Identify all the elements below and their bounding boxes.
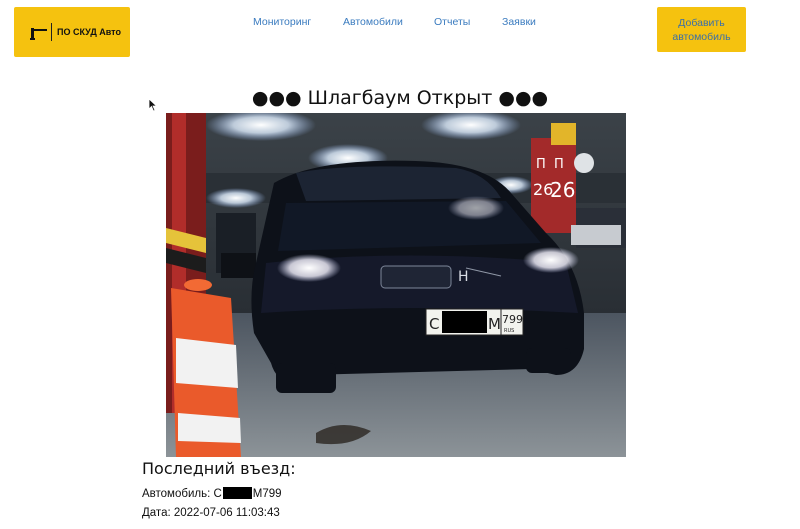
- car-plate-prefix: C: [213, 488, 222, 500]
- add-car-button-line2: автомобиль: [672, 30, 731, 43]
- add-car-button-line1: Добавить: [678, 16, 725, 29]
- last-entry-title: Последний въезд:: [142, 459, 296, 478]
- plate-redaction-bar: [222, 487, 252, 499]
- nav-requests[interactable]: Заявки: [502, 16, 536, 28]
- plate-redaction: [442, 311, 487, 333]
- plate-suffix: M: [488, 315, 501, 333]
- nav-reports[interactable]: Отчеты: [434, 16, 470, 28]
- last-entry-car: Автомобиль: C M799: [142, 487, 282, 500]
- plate-country: RUS: [504, 328, 514, 334]
- svg-text:H: H: [458, 269, 469, 285]
- plate-region: 799: [502, 313, 523, 326]
- car-label: Автомобиль:: [142, 488, 214, 500]
- last-entry-date: Дата: 2022-07-06 11:03:43: [142, 507, 280, 519]
- logo[interactable]: ПО СКУД Авто: [14, 7, 130, 57]
- barrier-status: ●●● Шлагбаум Открыт ●●●: [251, 87, 549, 109]
- camera-snapshot: П П 26 26 H C M 799 RUS: [166, 113, 626, 457]
- svg-text:26: 26: [550, 178, 575, 202]
- nav-cars[interactable]: Автомобили: [343, 16, 403, 28]
- svg-text:П: П: [554, 157, 564, 172]
- car-plate-suffix: M799: [252, 488, 282, 500]
- svg-text:П: П: [536, 157, 546, 172]
- plate-prefix: C: [429, 315, 439, 333]
- add-car-button[interactable]: Добавить автомобиль: [657, 7, 746, 52]
- nav-monitoring[interactable]: Мониторинг: [253, 16, 311, 28]
